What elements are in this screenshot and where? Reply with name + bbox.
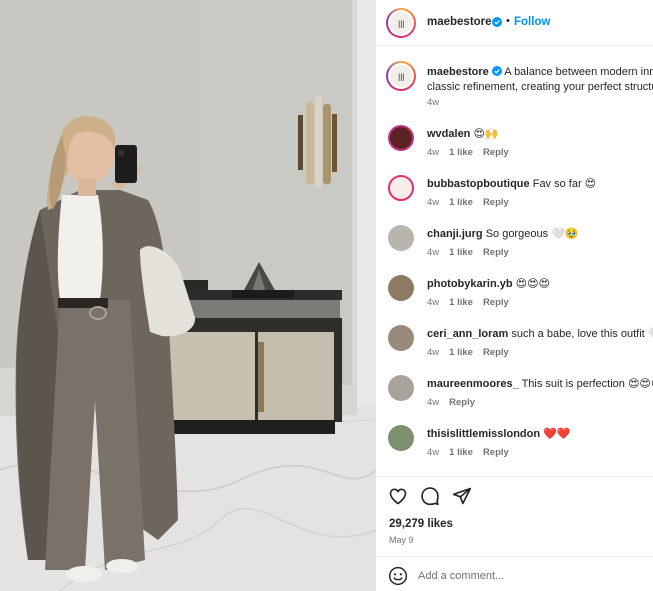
comment-body: ❤️❤️ (543, 428, 571, 440)
reply-button[interactable]: Reply (483, 147, 509, 158)
caption-age: 4w (427, 97, 440, 108)
reply-button[interactable]: Reply (449, 397, 475, 408)
comment-meta: 4w 1 like Reply (427, 347, 519, 358)
reply-button[interactable]: Reply (483, 247, 509, 258)
share-icon[interactable] (452, 486, 472, 506)
verified-badge-icon (492, 17, 502, 27)
comment-text: chanji.jurg So gorgeous 🤍🥹 (427, 227, 579, 241)
comment-body: Fav so far 😍 (532, 178, 597, 190)
reply-button[interactable]: Reply (483, 297, 509, 308)
heart-icon[interactable] (388, 486, 408, 506)
comment-meta: 4w Reply (427, 397, 485, 408)
commenter-username[interactable]: wvdalen (427, 128, 470, 140)
commenter-username[interactable]: maureenmoores_ (427, 378, 519, 390)
commenter-username[interactable]: chanji.jurg (427, 228, 483, 240)
post-caption: maebestore A balance between modern inno… (427, 65, 653, 94)
verified-badge-icon (491, 66, 502, 76)
comment-age: 4w (427, 297, 440, 308)
comment-text: wvdalen 😍🙌 (427, 127, 499, 141)
comment-likes[interactable]: 1 like (449, 297, 473, 308)
comment-body: 😍🙌 (473, 128, 499, 140)
commenter-avatar[interactable] (388, 425, 414, 451)
commenter-avatar[interactable] (388, 325, 414, 351)
divider (376, 556, 653, 557)
comment-meta: 4w 1 like Reply (427, 447, 519, 458)
comment-meta: 4w 1 like Reply (427, 297, 519, 308)
comment-meta: 4w 1 like Reply (427, 147, 519, 158)
caption-avatar[interactable]: ||| (386, 61, 416, 91)
commenter-avatar[interactable] (388, 125, 414, 151)
comment-body: This suit is perfection 😍😍😍 (521, 378, 653, 390)
comment-likes[interactable]: 1 like (449, 247, 473, 258)
commenter-username[interactable]: thisislittlemisslondon (427, 428, 540, 440)
comment-age: 4w (427, 447, 440, 458)
author-username[interactable]: maebestore (427, 16, 492, 28)
reply-button[interactable]: Reply (483, 447, 509, 458)
post-sidebar: ||| maebestore • Follow ||| maebestore A… (376, 0, 653, 591)
avatar-logo: ||| (390, 65, 412, 87)
comment-icon[interactable] (420, 486, 440, 506)
author-avatar[interactable]: ||| (386, 8, 416, 38)
separator-dot: • (506, 15, 510, 27)
comment-age: 4w (427, 397, 440, 408)
commenter-avatar[interactable] (388, 175, 414, 201)
post-header: ||| maebestore • Follow (376, 0, 653, 46)
add-comment-bar (376, 561, 653, 591)
commenter-avatar[interactable] (388, 225, 414, 251)
action-bar (388, 486, 472, 508)
post-photo (0, 0, 376, 591)
comment-text: maureenmoores_ This suit is perfection 😍… (427, 377, 653, 391)
comment-likes[interactable]: 1 like (449, 347, 473, 358)
caption-username[interactable]: maebestore (427, 66, 489, 78)
comment-body: So gorgeous 🤍🥹 (485, 228, 579, 240)
commenter-username[interactable]: ceri_ann_loram (427, 328, 508, 340)
emoji-icon[interactable] (388, 566, 408, 586)
comment-likes[interactable]: 1 like (449, 147, 473, 158)
commenter-avatar[interactable] (388, 375, 414, 401)
reply-button[interactable]: Reply (483, 197, 509, 208)
commenter-username[interactable]: photobykarin.yb (427, 278, 513, 290)
post-date: May 9 (389, 535, 414, 545)
follow-button[interactable]: Follow (514, 16, 550, 28)
caption-text-line1: A balance between modern innovation and (504, 66, 653, 78)
caption-text-line2: classic refinement, creating your perfec… (427, 80, 653, 93)
comment-likes[interactable]: 1 like (449, 197, 473, 208)
comment-meta: 4w 1 like Reply (427, 197, 519, 208)
comment-text: bubbastopboutique Fav so far 😍 (427, 177, 596, 191)
comment-age: 4w (427, 247, 440, 258)
commenter-avatar[interactable] (388, 275, 414, 301)
commenter-username[interactable]: bubbastopboutique (427, 178, 530, 190)
avatar-logo: ||| (390, 12, 412, 34)
likes-count[interactable]: 29,279 likes (389, 518, 453, 530)
comment-body: such a babe, love this outfit 🤍 (511, 328, 653, 340)
comment-text: thisislittlemisslondon ❤️❤️ (427, 427, 571, 441)
comment-input[interactable] (418, 567, 638, 585)
reply-button[interactable]: Reply (483, 347, 509, 358)
divider (376, 476, 653, 477)
comment-text: ceri_ann_loram such a babe, love this ou… (427, 327, 653, 341)
comment-meta: 4w 1 like Reply (427, 247, 519, 258)
comment-age: 4w (427, 147, 440, 158)
comment-age: 4w (427, 197, 440, 208)
comment-text: photobykarin.yb 😍😍😍 (427, 277, 550, 291)
comment-age: 4w (427, 347, 440, 358)
post-image (0, 0, 376, 591)
comment-body: 😍😍😍 (515, 278, 551, 290)
comment-likes[interactable]: 1 like (449, 447, 473, 458)
